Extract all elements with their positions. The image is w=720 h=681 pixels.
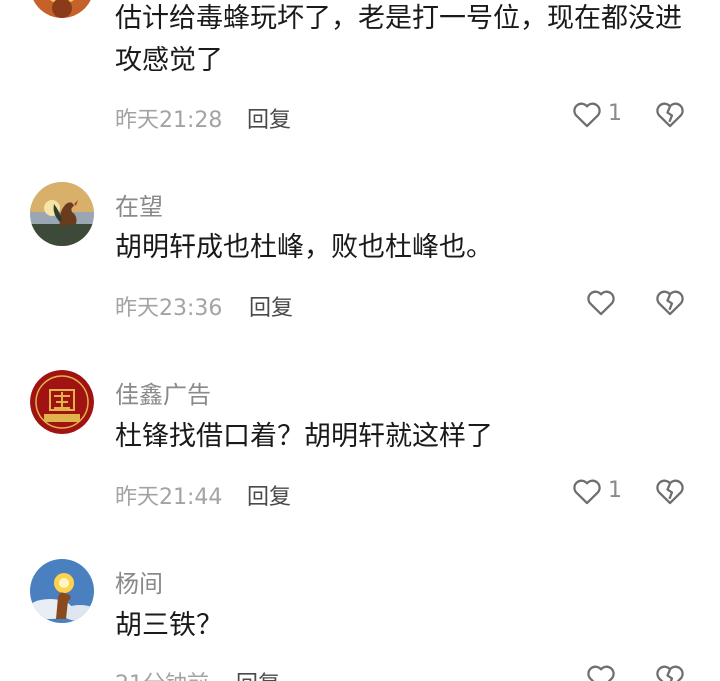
broken-heart-icon — [656, 102, 684, 128]
hand-sun-avatar-icon — [30, 559, 94, 623]
comment-time: 21分钟前 — [115, 666, 209, 681]
cartoon-avatar-icon — [33, 0, 91, 18]
broken-heart-icon — [656, 665, 684, 681]
comment-time: 昨天23:36 — [115, 296, 223, 321]
reply-button[interactable]: 回复 — [249, 290, 293, 322]
comment-username[interactable]: 佳鑫广告 — [115, 375, 211, 410]
comment-text: 估计给毒蜂玩坏了，老是打一号位，现在都没进攻感觉了 — [115, 3, 682, 76]
dislike-button[interactable] — [653, 474, 687, 508]
avatar[interactable] — [30, 370, 94, 434]
like-button[interactable] — [570, 97, 604, 131]
comment-text: 胡三铁？ — [115, 610, 223, 641]
comment-username[interactable]: 杨间 — [115, 564, 163, 599]
avatar[interactable] — [30, 559, 94, 623]
dislike-button[interactable] — [653, 97, 687, 131]
avatar[interactable] — [30, 182, 94, 246]
comment-username[interactable]: 在望 — [115, 187, 163, 222]
like-count: 1 — [608, 478, 622, 503]
broken-heart-icon — [656, 479, 684, 505]
like-button[interactable] — [584, 285, 618, 319]
comment-text: 杜锋找借口着？胡明轩就这样了 — [115, 421, 493, 452]
like-count: 1 — [608, 101, 622, 126]
reply-button[interactable]: 回复 — [247, 102, 291, 134]
like-button[interactable] — [570, 474, 604, 508]
rooster-sunset-avatar-icon — [30, 182, 94, 246]
heart-outline-icon — [573, 102, 601, 128]
dislike-button[interactable] — [653, 285, 687, 319]
avatar[interactable] — [30, 0, 94, 18]
reply-button[interactable]: 回复 — [236, 666, 280, 681]
heart-outline-icon — [587, 665, 615, 681]
like-button[interactable] — [584, 660, 618, 681]
red-emblem-avatar-icon — [30, 370, 94, 434]
reply-button[interactable]: 回复 — [247, 479, 291, 511]
comment-time: 昨天21:28 — [115, 108, 223, 133]
broken-heart-icon — [656, 290, 684, 316]
comment-text: 胡明轩成也杜峰，败也杜峰也。 — [115, 232, 493, 263]
heart-outline-icon — [587, 290, 615, 316]
dislike-button[interactable] — [653, 660, 687, 681]
heart-outline-icon — [573, 479, 601, 505]
comment-time: 昨天21:44 — [115, 485, 223, 510]
